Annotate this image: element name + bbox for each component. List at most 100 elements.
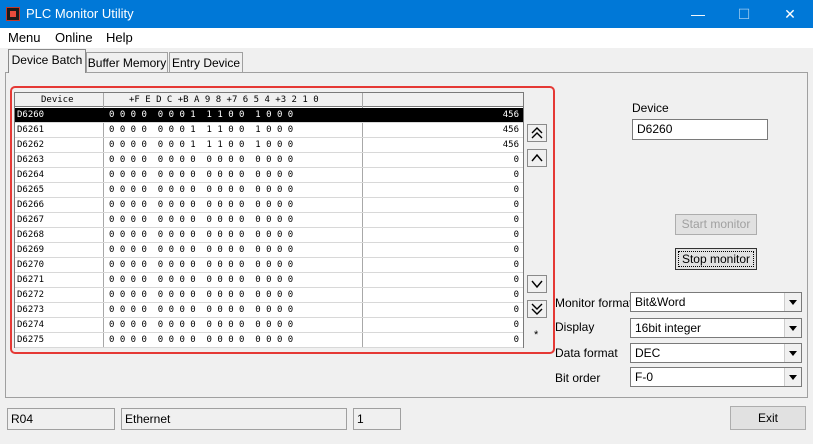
table-row[interactable]: D6265 0 0 0 0 0 0 0 0 0 0 0 0 0 0 0 0 0 [15,183,523,198]
data-format-select[interactable]: DEC [630,343,802,363]
chevron-down-icon [784,319,801,337]
table-row[interactable]: D6275 0 0 0 0 0 0 0 0 0 0 0 0 0 0 0 0 0 [15,333,523,348]
bits-cell: 0 0 0 0 0 0 0 0 0 0 0 0 0 0 0 0 [109,335,294,345]
table-row[interactable]: D6260 0 0 0 0 0 0 0 1 1 1 0 0 1 0 0 0 456 [15,108,523,123]
value-cell: 0 [513,230,519,240]
device-cell: D6275 [17,335,45,345]
device-cell: D6264 [17,170,45,180]
device-cell: D6271 [17,275,45,285]
tab-entry-device[interactable]: Entry Device [169,52,243,72]
device-cell: D6268 [17,230,45,240]
menu-bar: Menu Online Help [0,28,813,48]
maximize-button[interactable]: ☐ [721,0,767,28]
table-row[interactable]: D6270 0 0 0 0 0 0 0 0 0 0 0 0 0 0 0 0 0 [15,258,523,273]
bit-order-select[interactable]: F-0 [630,367,802,387]
device-grid[interactable]: Device +F E D C +B A 9 8 +7 6 5 4 +3 2 1… [14,92,524,348]
bits-cell: 0 0 0 0 0 0 0 0 0 0 0 0 0 0 0 0 [109,185,294,195]
tab-device-batch[interactable]: Device Batch [8,49,86,73]
start-monitor-button[interactable]: Start monitor [675,214,757,235]
value-cell: 0 [513,320,519,330]
device-cell: D6273 [17,305,45,315]
value-cell: 0 [513,185,519,195]
table-row[interactable]: D6274 0 0 0 0 0 0 0 0 0 0 0 0 0 0 0 0 0 [15,318,523,333]
menu-help[interactable]: Help [106,30,133,45]
table-row[interactable]: D6273 0 0 0 0 0 0 0 0 0 0 0 0 0 0 0 0 0 [15,303,523,318]
bits-cell: 0 0 0 0 0 0 0 0 0 0 0 0 0 0 0 0 [109,275,294,285]
bits-cell: 0 0 0 0 0 0 0 1 1 1 0 0 1 0 0 0 [109,110,294,120]
status-station: 1 [353,408,401,430]
chevron-down-icon [784,368,801,386]
header-bits: +F E D C +B A 9 8 +7 6 5 4 +3 2 1 0 [129,95,319,105]
double-chevron-up-icon [531,127,543,139]
close-button[interactable]: ✕ [767,0,813,28]
bits-cell: 0 0 0 0 0 0 0 1 1 1 0 0 1 0 0 0 [109,140,294,150]
page-up-button[interactable] [527,124,547,142]
device-cell: D6261 [17,125,45,135]
value-cell: 0 [513,200,519,210]
bits-cell: 0 0 0 0 0 0 0 1 1 1 0 0 1 0 0 0 [109,125,294,135]
device-cell: D6274 [17,320,45,330]
table-row[interactable]: D6268 0 0 0 0 0 0 0 0 0 0 0 0 0 0 0 0 0 [15,228,523,243]
display-value: 16bit integer [635,321,702,335]
chevron-down-icon [784,293,801,311]
menu-menu[interactable]: Menu [8,30,41,45]
device-cell: D6269 [17,245,45,255]
header-device: Device [41,95,74,105]
display-select[interactable]: 16bit integer [630,318,802,338]
grid-header: Device +F E D C +B A 9 8 +7 6 5 4 +3 2 1… [15,93,523,107]
chevron-down-icon [531,280,543,289]
device-cell: D6272 [17,290,45,300]
display-label: Display [555,320,595,334]
status-connection: Ethernet [121,408,347,430]
chevron-down-icon [784,344,801,362]
table-row[interactable]: D6261 0 0 0 0 0 0 0 1 1 1 0 0 1 0 0 0 456 [15,123,523,138]
bits-cell: 0 0 0 0 0 0 0 0 0 0 0 0 0 0 0 0 [109,155,294,165]
exit-button[interactable]: Exit [730,406,806,430]
monitor-format-select[interactable]: Bit&Word [630,292,802,312]
value-cell: 0 [513,155,519,165]
table-row[interactable]: D6271 0 0 0 0 0 0 0 0 0 0 0 0 0 0 0 0 0 [15,273,523,288]
bits-cell: 0 0 0 0 0 0 0 0 0 0 0 0 0 0 0 0 [109,320,294,330]
device-cell: D6263 [17,155,45,165]
device-cell: D6265 [17,185,45,195]
device-cell: D6270 [17,260,45,270]
table-row[interactable]: D6267 0 0 0 0 0 0 0 0 0 0 0 0 0 0 0 0 0 [15,213,523,228]
table-row[interactable]: D6266 0 0 0 0 0 0 0 0 0 0 0 0 0 0 0 0 0 [15,198,523,213]
value-cell: 456 [502,140,519,150]
device-input[interactable]: D6260 [632,119,768,140]
minimize-button[interactable]: — [675,0,721,28]
bit-order-value: F-0 [635,370,653,384]
device-cell: D6260 [17,110,45,120]
bits-cell: 0 0 0 0 0 0 0 0 0 0 0 0 0 0 0 0 [109,305,294,315]
value-cell: 456 [502,125,519,135]
stop-monitor-button[interactable]: Stop monitor [675,248,757,270]
table-row[interactable]: D6262 0 0 0 0 0 0 0 1 1 1 0 0 1 0 0 0 456 [15,138,523,153]
table-row[interactable]: D6263 0 0 0 0 0 0 0 0 0 0 0 0 0 0 0 0 0 [15,153,523,168]
scroll-down-button[interactable] [527,275,547,293]
table-row[interactable]: D6272 0 0 0 0 0 0 0 0 0 0 0 0 0 0 0 0 0 [15,288,523,303]
tab-buffer-memory[interactable]: Buffer Memory [86,52,168,72]
device-label: Device [632,101,669,115]
value-cell: 456 [502,110,519,120]
value-cell: 0 [513,170,519,180]
device-cell: D6267 [17,215,45,225]
bits-cell: 0 0 0 0 0 0 0 0 0 0 0 0 0 0 0 0 [109,290,294,300]
window-title: PLC Monitor Utility [26,6,134,21]
value-cell: 0 [513,245,519,255]
menu-online[interactable]: Online [55,30,93,45]
data-format-value: DEC [635,346,661,360]
device-cell: D6266 [17,200,45,210]
app-icon [6,7,20,21]
bits-cell: 0 0 0 0 0 0 0 0 0 0 0 0 0 0 0 0 [109,170,294,180]
table-row[interactable]: D6269 0 0 0 0 0 0 0 0 0 0 0 0 0 0 0 0 0 [15,243,523,258]
page-down-button[interactable] [527,300,547,318]
bits-cell: 0 0 0 0 0 0 0 0 0 0 0 0 0 0 0 0 [109,215,294,225]
value-cell: 0 [513,260,519,270]
monitor-format-label: Monitor format [555,296,633,310]
grid-marker: * [534,329,539,341]
scroll-up-button[interactable] [527,149,547,167]
title-bar: PLC Monitor Utility — ☐ ✕ [0,0,813,28]
table-row[interactable]: D6264 0 0 0 0 0 0 0 0 0 0 0 0 0 0 0 0 0 [15,168,523,183]
bits-cell: 0 0 0 0 0 0 0 0 0 0 0 0 0 0 0 0 [109,200,294,210]
value-cell: 0 [513,215,519,225]
